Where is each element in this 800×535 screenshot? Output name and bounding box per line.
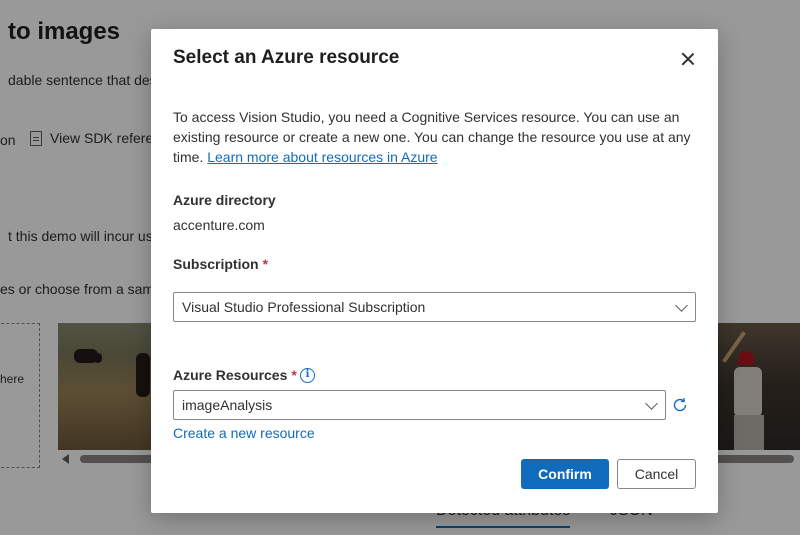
info-icon[interactable]: i: [300, 368, 315, 383]
azure-resource-dropdown[interactable]: imageAnalysis: [173, 390, 666, 420]
learn-more-link[interactable]: Learn more about resources in Azure: [207, 149, 437, 165]
subscription-label: Subscription *: [173, 256, 268, 272]
azure-resources-label: Azure Resources *: [173, 367, 297, 383]
confirm-button[interactable]: Confirm: [521, 459, 609, 489]
refresh-icon[interactable]: [671, 396, 689, 414]
cancel-button[interactable]: Cancel: [617, 459, 696, 489]
dialog-intro: To access Vision Studio, you need a Cogn…: [173, 107, 693, 167]
chevron-down-icon: [645, 397, 658, 410]
azure-directory-value: accenture.com: [173, 217, 265, 233]
azure-directory-label: Azure directory: [173, 192, 276, 208]
subscription-selected: Visual Studio Professional Subscription: [182, 299, 426, 315]
chevron-down-icon: [675, 299, 688, 312]
required-marker: *: [291, 367, 297, 383]
create-resource-link[interactable]: Create a new resource: [173, 425, 315, 441]
dialog-title: Select an Azure resource: [173, 47, 400, 68]
resource-selected: imageAnalysis: [182, 397, 273, 413]
select-resource-dialog: Select an Azure resource To access Visio…: [151, 29, 718, 513]
close-icon[interactable]: [677, 48, 699, 70]
required-marker: *: [262, 256, 269, 272]
subscription-label-text: Subscription: [173, 256, 259, 272]
subscription-dropdown[interactable]: Visual Studio Professional Subscription: [173, 292, 696, 322]
azure-resources-label-text: Azure Resources: [173, 367, 288, 383]
